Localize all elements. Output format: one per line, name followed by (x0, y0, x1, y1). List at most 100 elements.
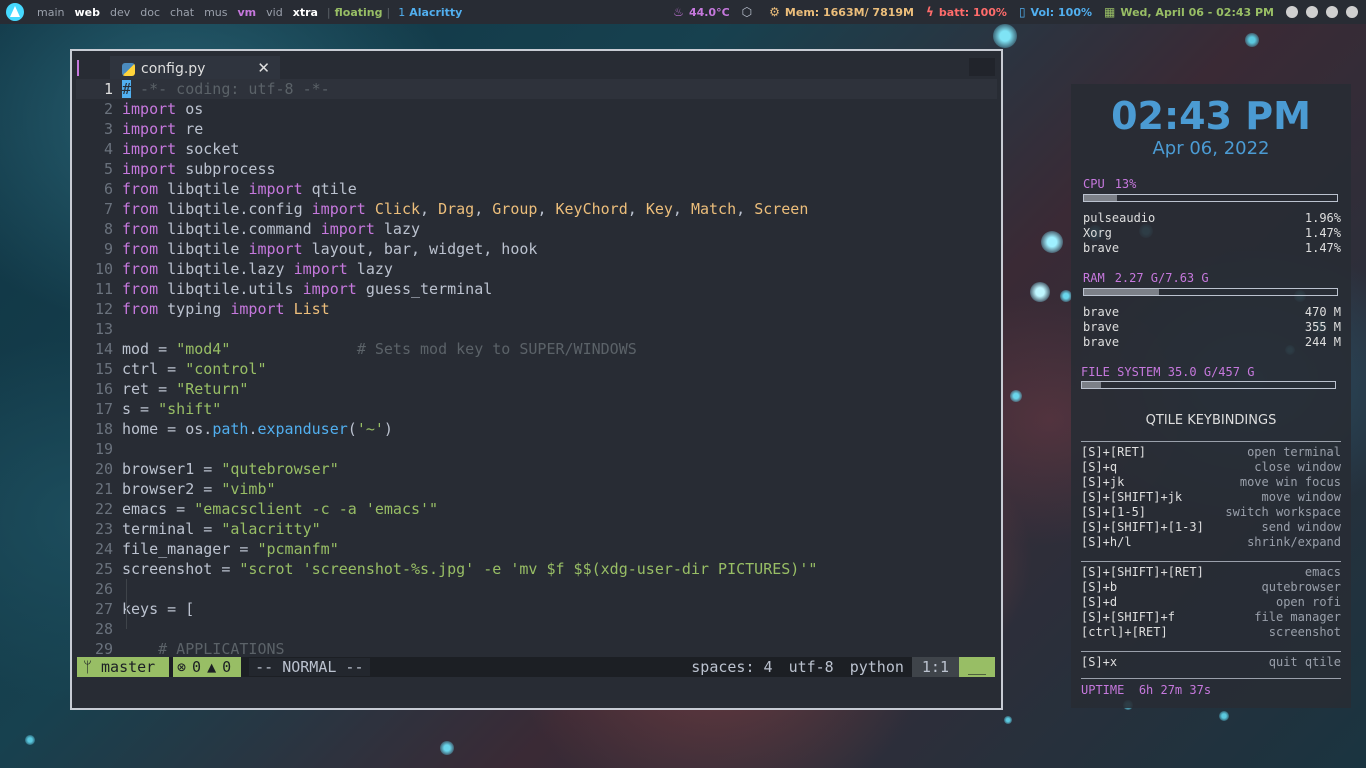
code-token: "qutebrowser" (221, 460, 339, 478)
code-line[interactable]: 25 screenshot = "scrot 'screenshot-%s.jpg… (76, 559, 997, 579)
code-line[interactable]: 5 import subprocess (76, 159, 997, 179)
code-token: Click (374, 200, 421, 218)
settings-tray-icon[interactable] (1346, 6, 1358, 18)
keybinding-key: [S]+b (1081, 580, 1118, 594)
line-text: s = "shift" (122, 399, 221, 419)
code-line[interactable]: 15 ctrl = "control" (76, 359, 997, 379)
line-text: from libqtile.utils import guess_termina… (122, 279, 492, 299)
workspace-vid[interactable]: vid (261, 6, 288, 19)
workspace-xtra[interactable]: xtra (288, 6, 323, 19)
fs-title: FILE SYSTEM 35.0 G/457 G (1081, 365, 1254, 379)
process-value: 1.47% (1304, 226, 1341, 240)
keybinding-action: quit qtile (1268, 655, 1341, 669)
volume-widget[interactable]: ▯ Vol: 100% (1019, 5, 1092, 19)
editor-window[interactable]: config.py ✕ 1 # -*- coding: utf-8 -*- 2 imp… (70, 49, 1003, 710)
workspace-doc[interactable]: doc (135, 6, 165, 19)
code-line[interactable]: 16 ret = "Return" (76, 379, 997, 399)
code-line[interactable]: 3 import re (76, 119, 997, 139)
keybinding-row: [S]+[RET] open terminal (1081, 445, 1341, 460)
line-number: 15 (94, 360, 113, 378)
code-line[interactable]: 10 from libqtile.lazy import lazy (76, 259, 997, 279)
code-line[interactable]: 28 (76, 619, 997, 639)
divider (1081, 561, 1341, 562)
code-token: path (212, 420, 249, 438)
line-number: 5 (103, 160, 113, 178)
line-text: import socket (122, 139, 239, 159)
line-number: 7 (103, 200, 113, 218)
code-line[interactable]: 1 # -*- coding: utf-8 -*- (76, 79, 997, 99)
code-line[interactable]: 13 (76, 319, 997, 339)
code-line[interactable]: 29 # APPLICATIONS (76, 639, 997, 657)
code-token: qtile (302, 180, 357, 198)
diagnostics[interactable]: ⊗ 0 ▲ 0 (173, 657, 242, 677)
code-token: ( (347, 420, 357, 438)
indent-guide (126, 579, 127, 629)
workspace-mus[interactable]: mus (199, 6, 232, 19)
bokeh-dot (1004, 716, 1012, 724)
code-line[interactable]: 9 from libqtile import layout, bar, widge… (76, 239, 997, 259)
code-line[interactable]: 12 from typing import List (76, 299, 997, 319)
vim-mode: -- NORMAL -- (249, 658, 370, 676)
code-line[interactable]: 8 from libqtile.command import lazy (76, 219, 997, 239)
process-name: pulseaudio (1083, 211, 1156, 225)
line-number: 21 (94, 480, 113, 498)
status-line: ᛘ master ⊗ 0 ▲ 0 -- NORMAL -- spaces: 4 … (77, 657, 995, 677)
fs-label: FILE SYSTEM (1081, 365, 1161, 379)
battery-widget: ϟ batt: 100% (926, 5, 1007, 19)
code-line[interactable]: 26 (76, 579, 997, 599)
cpu-label: CPU (1083, 177, 1105, 191)
line-text: from libqtile import layout, bar, widget… (122, 239, 537, 259)
git-branch[interactable]: ᛘ master (77, 657, 169, 677)
workspace-chat[interactable]: chat (165, 6, 199, 19)
workspace-dev[interactable]: dev (105, 6, 135, 19)
arch-logo-icon[interactable] (6, 3, 24, 21)
code-line[interactable]: 18 home = os.path.expanduser('~') (76, 419, 997, 439)
code-token: os (176, 100, 204, 118)
code-line[interactable]: 7 from libqtile.config import Click, Drag… (76, 199, 997, 219)
temperature-widget: ♨ 44.0°C (673, 5, 729, 19)
code-line[interactable]: 27 keys = [ (76, 599, 997, 619)
shield-tray-icon[interactable] (1326, 6, 1338, 18)
line-text: import os (122, 99, 203, 119)
code-line[interactable]: 22 emacs = "emacsclient -c -a 'emacs'" (76, 499, 997, 519)
line-text: from libqtile.config import Click, Drag,… (122, 199, 808, 219)
memory-value: Mem: 1663M/ 7819M (784, 5, 914, 19)
branch-name: master (101, 658, 156, 676)
keybinding-action: move win focus (1239, 475, 1341, 489)
code-line[interactable]: 14 mod = "mod4" # Sets mod key to SUPER/W… (76, 339, 997, 359)
bluetooth-tray-icon[interactable] (1286, 6, 1298, 18)
workspace-vm[interactable]: vm (233, 6, 262, 19)
code-token: "shift" (158, 400, 222, 418)
keybinding-key: [S]+h/l (1081, 535, 1132, 549)
code-token: "emacsclient -c -a 'emacs'" (194, 500, 439, 518)
code-line[interactable]: 2 import os (76, 99, 997, 119)
code-line[interactable]: 23 terminal = "alacritty" (76, 519, 997, 539)
file-encoding[interactable]: utf-8 (781, 658, 842, 676)
layout-indicator[interactable]: floating (335, 6, 383, 19)
workspace-web[interactable]: web (69, 6, 105, 19)
keybindings-title: QTILE KEYBINDINGS (1145, 413, 1277, 428)
keybinding-action: file manager (1254, 610, 1341, 624)
status-end: __ (959, 657, 995, 677)
line-number: 10 (94, 260, 113, 278)
code-token: typing (158, 300, 231, 318)
code-line[interactable]: 4 import socket (76, 139, 997, 159)
code-token: -*- coding: utf-8 -*- (131, 80, 330, 98)
code-line[interactable]: 24 file_manager = "pcmanfm" (76, 539, 997, 559)
line-number: 20 (94, 460, 113, 478)
package-widget[interactable]: ⬡ (742, 5, 757, 19)
tab-close-icon[interactable]: ✕ (257, 59, 270, 77)
code-token: screenshot = (122, 560, 240, 578)
workspace-main[interactable]: main (32, 6, 69, 19)
process-name: brave (1083, 241, 1120, 255)
code-line[interactable]: 17 s = "shift" (76, 399, 997, 419)
code-line[interactable]: 21 browser2 = "vimb" (76, 479, 997, 499)
code-line[interactable]: 20 browser1 = "qutebrowser" (76, 459, 997, 479)
indent-setting[interactable]: spaces: 4 (683, 658, 780, 676)
code-line[interactable]: 6 from libqtile import qtile (76, 179, 997, 199)
code-area[interactable]: 1 # -*- coding: utf-8 -*- 2 import os 3 impor… (76, 79, 997, 657)
network-tray-icon[interactable] (1306, 6, 1318, 18)
code-line[interactable]: 11 from libqtile.utils import guess_termi… (76, 279, 997, 299)
code-line[interactable]: 19 (76, 439, 997, 459)
file-type[interactable]: python (842, 658, 912, 676)
